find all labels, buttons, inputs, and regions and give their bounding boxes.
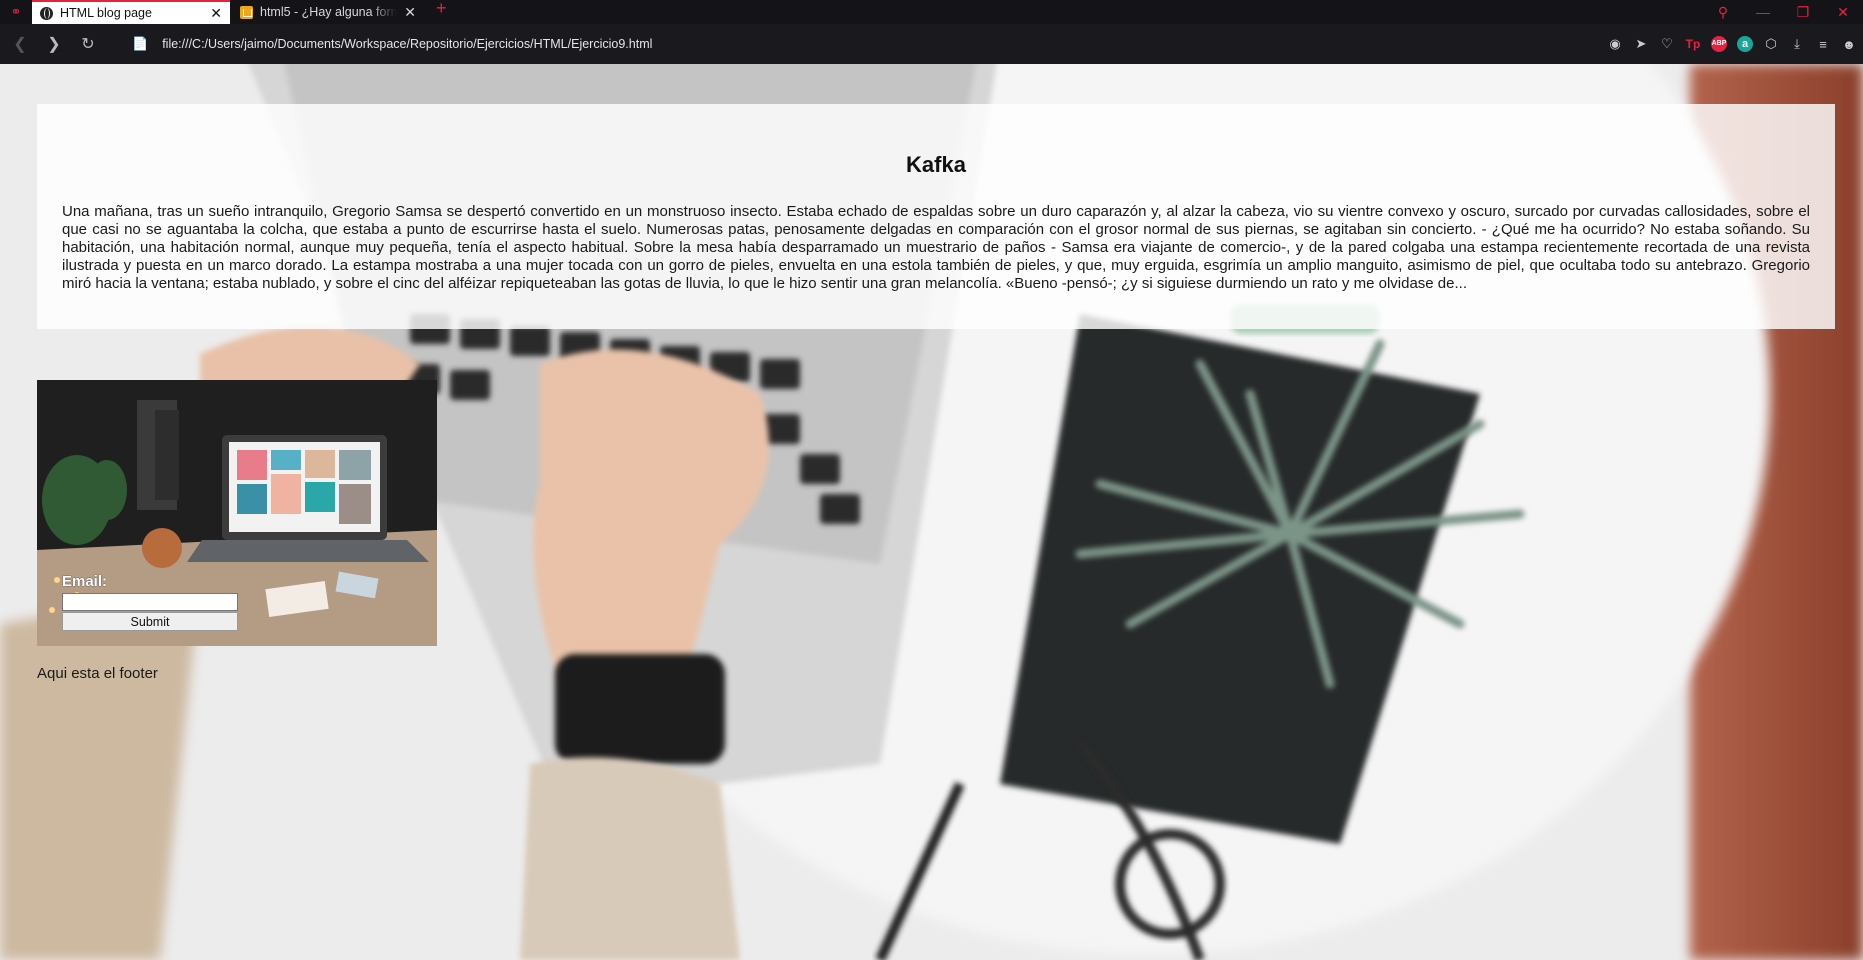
cube-icon[interactable]: ⬡ xyxy=(1763,36,1779,52)
search-icon[interactable]: ⚲ xyxy=(1703,4,1743,21)
article-panel: Kafka Una mañana, tras un sueño intranqu… xyxy=(37,104,1835,329)
article-text: Una mañana, tras un sueño intranquilo, G… xyxy=(62,203,1810,292)
page-icon: 📄 xyxy=(132,36,149,51)
heart-icon[interactable]: ♡ xyxy=(1659,36,1675,52)
back-icon[interactable]: ❮ xyxy=(6,34,34,54)
extension-icons: ◉ ➤ ♡ Tp ABP a ⬡ ⤓ ≡ ☻ xyxy=(1607,24,1857,64)
send-icon[interactable]: ➤ xyxy=(1633,36,1649,52)
download-icon[interactable]: ⤓ xyxy=(1789,36,1805,52)
window-controls: ⚲ — ❐ ✕ xyxy=(1703,0,1863,24)
tab-title: html5 - ¿Hay alguna forma xyxy=(260,5,398,19)
tab-stackoverflow[interactable]: html5 - ¿Hay alguna forma ✕ xyxy=(232,0,424,24)
a-icon[interactable]: a xyxy=(1737,36,1753,52)
email-field[interactable] xyxy=(62,593,238,611)
forward-icon[interactable]: ❯ xyxy=(40,34,68,54)
minimize-icon[interactable]: — xyxy=(1743,4,1783,20)
subscribe-form: Email: Submit xyxy=(37,380,437,646)
tab-html-blog-page[interactable]: HTML blog page ✕ xyxy=(32,0,230,24)
abp-icon[interactable]: ABP xyxy=(1711,36,1727,52)
settings-icon[interactable]: ≡ xyxy=(1815,37,1831,52)
close-window-icon[interactable]: ✕ xyxy=(1823,4,1863,21)
submit-button[interactable]: Submit xyxy=(62,612,238,631)
tab-menu-icon[interactable]: ⚭ xyxy=(0,0,32,24)
page-footer: Aqui esta el footer xyxy=(37,665,158,682)
close-icon[interactable]: ✕ xyxy=(404,5,416,19)
account-icon[interactable]: ☻ xyxy=(1841,37,1857,52)
globe-icon xyxy=(40,6,53,20)
stackoverflow-icon xyxy=(240,5,253,19)
close-icon[interactable]: ✕ xyxy=(210,6,222,20)
camera-icon[interactable]: ◉ xyxy=(1607,36,1623,52)
restore-icon[interactable]: ❐ xyxy=(1783,4,1823,21)
email-label: Email: xyxy=(62,573,108,590)
address-bar: ❮ ❯ ↻ 📄 file:///C:/Users/jaimo/Documents… xyxy=(0,24,1863,64)
article-title: Kafka xyxy=(906,152,966,177)
url-field[interactable]: file:///C:/Users/jaimo/Documents/Workspa… xyxy=(162,37,652,51)
reload-icon[interactable]: ↻ xyxy=(74,34,102,54)
tp-icon[interactable]: Tp xyxy=(1685,37,1701,51)
new-tab-button[interactable]: + xyxy=(436,0,447,19)
tab-title: HTML blog page xyxy=(60,6,152,20)
page-viewport: Kafka Una mañana, tras un sueño intranqu… xyxy=(0,64,1863,960)
tab-bar: ⚭ HTML blog page ✕ html5 - ¿Hay alguna f… xyxy=(0,0,1863,25)
